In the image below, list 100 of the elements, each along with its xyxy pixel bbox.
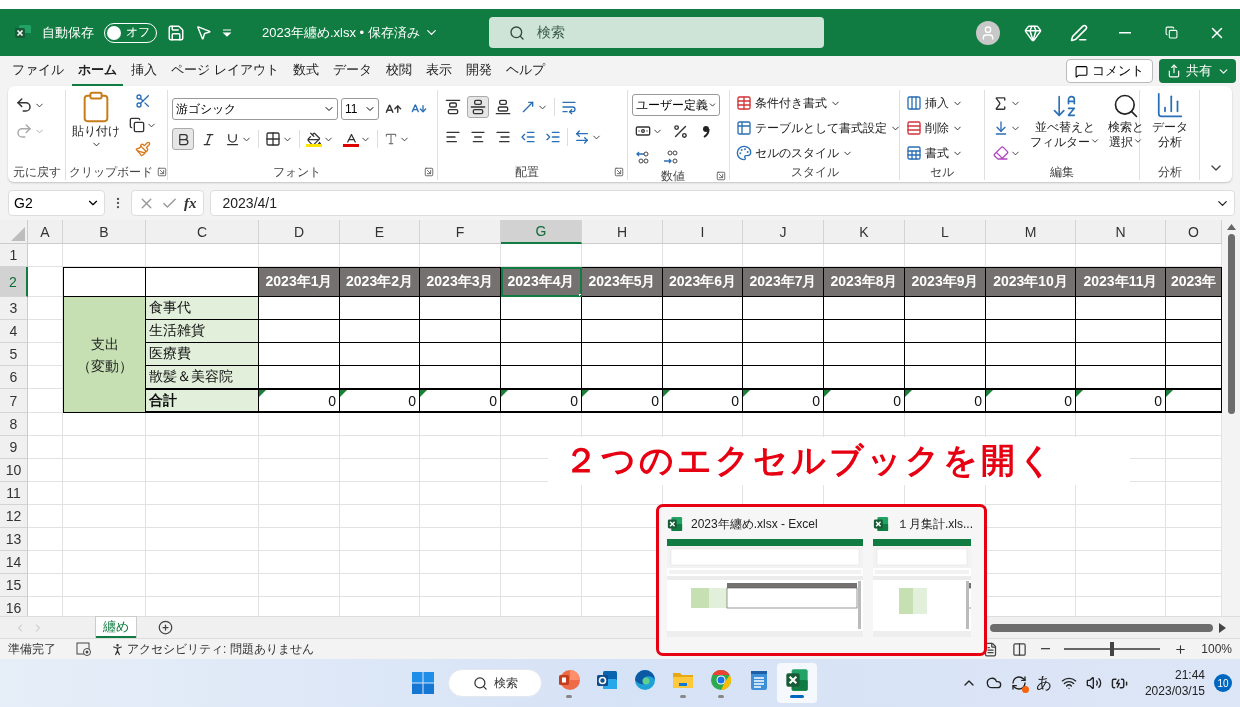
- column-header[interactable]: O: [1166, 220, 1222, 244]
- total-cell[interactable]: 0: [743, 389, 824, 413]
- total-cell[interactable]: 0: [1076, 389, 1166, 413]
- row-header[interactable]: 16: [0, 597, 28, 616]
- total-cell[interactable]: 0: [501, 389, 582, 413]
- column-header[interactable]: B: [63, 220, 146, 244]
- column-header[interactable]: H: [582, 220, 663, 244]
- style-button[interactable]: 条件付き書式: [734, 92, 843, 114]
- menu-tab[interactable]: 開発: [459, 61, 498, 86]
- menu-tab[interactable]: 数式: [286, 61, 325, 86]
- menu-tab[interactable]: 挿入: [125, 61, 163, 86]
- row-header[interactable]: 9: [0, 436, 28, 459]
- accessibility-status[interactable]: アクセシビリティ: 問題ありません: [127, 640, 314, 658]
- total-cell[interactable]: 0: [663, 389, 743, 413]
- font-name-select[interactable]: 游ゴシック: [172, 98, 338, 120]
- column-header[interactable]: K: [824, 220, 905, 244]
- month-header-cell[interactable]: 2023年5月: [582, 267, 663, 297]
- item-cell[interactable]: 生活雑貨: [146, 320, 259, 343]
- menu-tab[interactable]: 表示: [419, 61, 458, 86]
- row-header[interactable]: 10: [0, 459, 28, 482]
- column-header[interactable]: G: [501, 220, 582, 244]
- paste-button[interactable]: 貼り付け: [70, 90, 122, 150]
- row-header[interactable]: 2: [0, 267, 28, 297]
- find-select-button[interactable]: 検索と 選択: [1106, 92, 1146, 150]
- window-preview-title[interactable]: １月集計.xls...: [897, 515, 973, 533]
- row-header[interactable]: 4: [0, 320, 28, 343]
- month-header-cell[interactable]: 2023年9月: [905, 267, 986, 297]
- total-cell[interactable]: 0: [986, 389, 1076, 413]
- column-header[interactable]: N: [1076, 220, 1166, 244]
- column-header[interactable]: E: [340, 220, 420, 244]
- row-header[interactable]: 1: [0, 244, 28, 267]
- row-header[interactable]: 13: [0, 528, 28, 551]
- menu-tab[interactable]: ページ レイアウト: [165, 61, 285, 86]
- total-cell[interactable]: 0: [824, 389, 905, 413]
- name-box[interactable]: G2: [8, 190, 105, 216]
- total-cell[interactable]: 0: [582, 389, 663, 413]
- column-header[interactable]: F: [420, 220, 501, 244]
- column-header[interactable]: I: [663, 220, 743, 244]
- zoom-level[interactable]: 100%: [1201, 642, 1232, 656]
- total-value: 0: [893, 392, 901, 409]
- column-header[interactable]: M: [986, 220, 1076, 244]
- row-header[interactable]: 6: [0, 366, 28, 389]
- item-cell[interactable]: 医療費: [146, 343, 259, 366]
- row-header[interactable]: 12: [0, 505, 28, 528]
- column-header[interactable]: A: [28, 220, 63, 244]
- style-button[interactable]: セルのスタイル: [734, 142, 855, 164]
- formula-field[interactable]: 2023/4/1: [209, 190, 1235, 216]
- data-analysis-button[interactable]: データ 分析: [1149, 90, 1190, 150]
- cells-button[interactable]: 書式: [904, 142, 965, 164]
- insert-function-button[interactable]: fx: [184, 194, 197, 212]
- menu-tab[interactable]: ヘルプ: [499, 61, 551, 86]
- column-header[interactable]: C: [146, 220, 259, 244]
- sort-filter-button[interactable]: 並べ替えと フィルター: [1028, 92, 1102, 150]
- month-header-cell[interactable]: 2023年: [1166, 267, 1222, 297]
- menu-tab[interactable]: 校閲: [379, 61, 418, 86]
- month-header-cell[interactable]: 2023年8月: [824, 267, 905, 297]
- taskbar-search[interactable]: 検索: [448, 669, 542, 697]
- menu-tab[interactable]: データ: [326, 61, 378, 86]
- month-header-cell[interactable]: 2023年3月: [420, 267, 501, 297]
- month-header-cell[interactable]: 2023年11月: [1076, 267, 1166, 297]
- month-header-cell[interactable]: 2023年7月: [743, 267, 824, 297]
- column-header[interactable]: L: [905, 220, 986, 244]
- row-header[interactable]: 11: [0, 482, 28, 505]
- clock[interactable]: 21:44 2023/03/15: [1144, 667, 1205, 699]
- row-header[interactable]: 3: [0, 297, 28, 320]
- share-button[interactable]: 共有: [1159, 59, 1236, 83]
- input-method-indicator[interactable]: あ: [1035, 672, 1052, 694]
- row-header[interactable]: 14: [0, 551, 28, 574]
- month-header-cell[interactable]: 2023年10月: [986, 267, 1076, 297]
- column-header[interactable]: J: [743, 220, 824, 244]
- row-header[interactable]: 7: [0, 389, 28, 413]
- total-cell[interactable]: 0: [259, 389, 340, 413]
- month-header-cell[interactable]: 2023年6月: [663, 267, 743, 297]
- item-cell[interactable]: 食事代: [146, 297, 259, 320]
- total-cell[interactable]: 0: [340, 389, 420, 413]
- total-value: 0: [812, 392, 820, 409]
- menu-tab[interactable]: ファイル: [6, 61, 70, 86]
- style-button[interactable]: テーブルとして書式設定: [734, 117, 903, 139]
- month-header-cell[interactable]: 2023年2月: [340, 267, 420, 297]
- font-size-select[interactable]: 11: [341, 98, 379, 120]
- column-header[interactable]: D: [259, 220, 340, 244]
- row-header[interactable]: 8: [0, 413, 28, 436]
- total-label-cell[interactable]: 合計: [146, 389, 259, 413]
- sheet-tab[interactable]: 纏め: [96, 617, 136, 638]
- comment-button[interactable]: コメント: [1066, 59, 1153, 83]
- month-header-cell[interactable]: 2023年4月: [501, 267, 582, 297]
- cells-button[interactable]: 削除: [904, 117, 965, 139]
- window-preview-title[interactable]: 2023年纏め.xlsx - Excel: [691, 515, 818, 533]
- total-cell[interactable]: 0: [420, 389, 501, 413]
- file-title[interactable]: 2023年纏め.xlsx • 保存済み: [256, 22, 445, 43]
- row-header[interactable]: 5: [0, 343, 28, 366]
- item-cell[interactable]: 散髪＆美容院: [146, 366, 259, 389]
- notification-badge[interactable]: 10: [1214, 674, 1232, 692]
- search-field[interactable]: 検索: [488, 17, 824, 48]
- row-header[interactable]: 15: [0, 574, 28, 597]
- number-format-select[interactable]: ユーザー定義: [632, 94, 720, 116]
- cells-button[interactable]: 挿入: [904, 92, 965, 114]
- category-cell[interactable]: 支出 （変動）: [63, 297, 146, 413]
- total-cell[interactable]: 0: [905, 389, 986, 413]
- month-header-cell[interactable]: 2023年1月: [259, 267, 340, 297]
